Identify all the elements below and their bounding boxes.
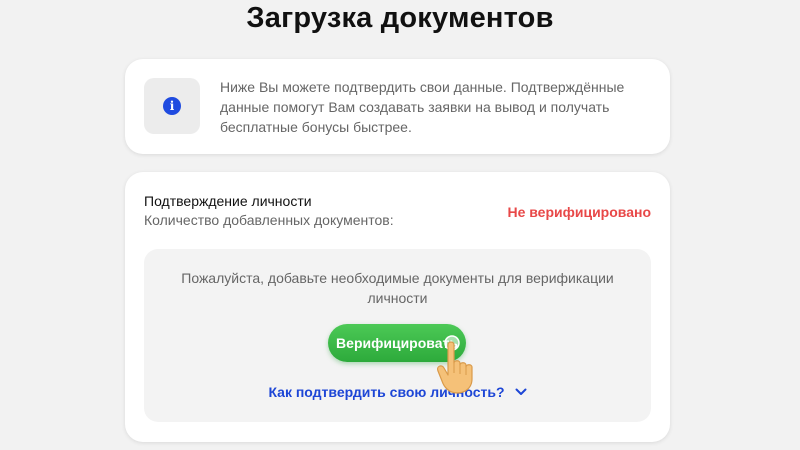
verify-button[interactable]: Верифицировать <box>328 324 466 362</box>
documents-count-label: Количество добавленных документов: <box>144 212 394 228</box>
info-text: Ниже Вы можете подтвердить свои данные. … <box>220 79 625 135</box>
identity-verification-card: Подтверждение личности Количество добавл… <box>125 172 670 442</box>
verification-title: Подтверждение личности <box>144 193 312 209</box>
info-icon: i <box>163 97 181 115</box>
upload-panel: Пожалуйста, добавьте необходимые докумен… <box>144 249 651 422</box>
page-title: Загрузка документов <box>246 2 554 34</box>
status-badge: Не верифицировано <box>507 204 651 220</box>
upload-prompt: Пожалуйста, добавьте необходимые докумен… <box>181 270 614 306</box>
chevron-down-icon <box>515 388 527 395</box>
how-to-verify-label: Как подтвердить свою личность? <box>268 384 505 400</box>
info-card: i Ниже Вы можете подтвердить свои данные… <box>125 59 670 154</box>
how-to-verify-link[interactable]: Как подтвердить свою личность? <box>144 384 651 400</box>
page: Загрузка документов i Ниже Вы можете под… <box>0 0 800 450</box>
info-icon-container: i <box>144 78 200 134</box>
